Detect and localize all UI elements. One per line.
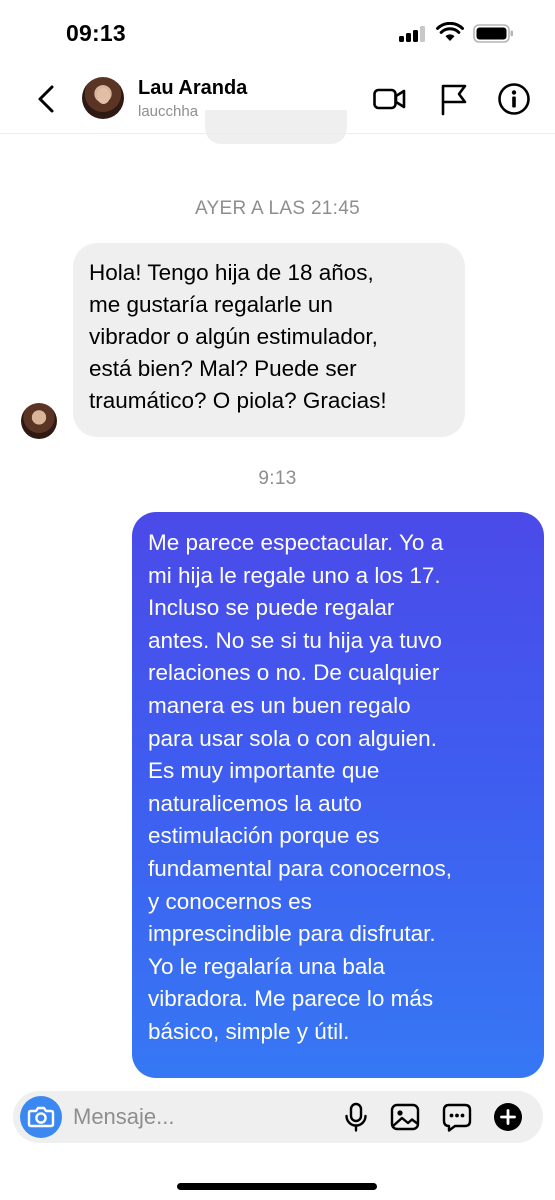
battery-icon [473,24,513,43]
plus-icon[interactable] [493,1102,523,1132]
outgoing-message-bubble[interactable]: Me parece espectacular. Yo a mi hija le … [132,512,544,1078]
video-call-icon[interactable] [372,82,406,116]
home-indicator[interactable] [177,1183,377,1190]
message-timestamp: AYER A LAS 21:45 [194,198,360,219]
outgoing-message-text: Me parece espectacular. Yo a mi hija le … [148,530,452,1044]
cellular-signal-icon [399,26,427,42]
gallery-icon[interactable] [390,1102,420,1132]
header-divider [0,133,555,134]
back-chevron-icon[interactable] [30,82,64,116]
message-composer [13,1091,543,1143]
info-icon[interactable] [497,82,531,116]
incoming-message-bubble[interactable]: Hola! Tengo hija de 18 años, me gustaría… [73,243,465,437]
contact-handle: laucchha [138,103,199,120]
status-bar: 09:13 [0,0,555,66]
wifi-icon [436,22,464,41]
contact-avatar[interactable] [82,77,124,119]
incoming-message-text: Hola! Tengo hija de 18 años, me gustaría… [89,260,387,413]
sticker-icon[interactable] [442,1102,472,1132]
previous-message-bubble [205,110,347,144]
flag-icon[interactable] [437,82,471,116]
contact-name[interactable]: Lau Aranda [138,77,247,100]
message-input[interactable] [73,1101,303,1133]
sender-avatar[interactable] [21,403,57,439]
chat-screen: 09:13 Lau Aranda laucchha AYER A LAS 21:… [0,0,555,1200]
microphone-icon[interactable] [341,1102,371,1132]
camera-icon [27,1106,55,1128]
camera-button[interactable] [20,1096,62,1138]
status-time: 09:13 [66,20,126,46]
message-timestamp: 9:13 [258,468,297,489]
